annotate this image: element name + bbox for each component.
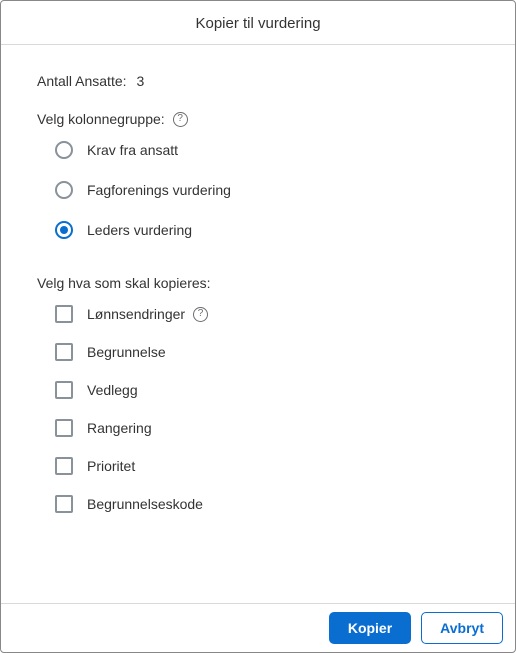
checkbox-icon: [55, 381, 73, 399]
column-group-label-text: Velg kolonnegruppe:: [37, 111, 165, 127]
radio-icon: [55, 141, 73, 159]
checkbox-label: Begrunnelseskode: [87, 496, 203, 512]
copy-button[interactable]: Kopier: [329, 612, 411, 644]
checkbox-label: Lønnsendringer: [87, 306, 185, 322]
radio-option-leders-vurdering[interactable]: Leders vurdering: [55, 221, 479, 239]
radio-option-krav-fra-ansatt[interactable]: Krav fra ansatt: [55, 141, 479, 159]
help-icon[interactable]: ?: [193, 307, 208, 322]
checkbox-icon: [55, 305, 73, 323]
cancel-button[interactable]: Avbryt: [421, 612, 503, 644]
checkbox-label: Begrunnelse: [87, 344, 166, 360]
checkbox-icon: [55, 457, 73, 475]
employees-row: Antall Ansatte: 3: [37, 73, 479, 89]
dialog-footer: Kopier Avbryt: [1, 603, 515, 652]
dialog-title: Kopier til vurdering: [1, 15, 515, 32]
checkbox-prioritet[interactable]: Prioritet: [55, 457, 479, 475]
employees-value: 3: [137, 73, 145, 89]
copy-items-label-text: Velg hva som skal kopieres:: [37, 275, 211, 291]
checkbox-label: Rangering: [87, 420, 152, 436]
copy-items-checkbox-group: Lønnsendringer ? Begrunnelse Vedlegg Ran…: [37, 305, 479, 513]
radio-dot-icon: [60, 226, 68, 234]
radio-icon: [55, 221, 73, 239]
dialog-header: Kopier til vurdering: [1, 1, 515, 45]
column-group-radio-group: Krav fra ansatt Fagforenings vurdering L…: [37, 141, 479, 239]
checkbox-icon: [55, 419, 73, 437]
employees-label: Antall Ansatte:: [37, 73, 127, 89]
checkbox-lonnsendringer[interactable]: Lønnsendringer ?: [55, 305, 479, 323]
checkbox-label-wrap: Lønnsendringer ?: [87, 306, 208, 322]
checkbox-label: Vedlegg: [87, 382, 138, 398]
checkbox-begrunnelse[interactable]: Begrunnelse: [55, 343, 479, 361]
copy-items-section-label: Velg hva som skal kopieres:: [37, 275, 479, 291]
checkbox-rangering[interactable]: Rangering: [55, 419, 479, 437]
radio-label: Leders vurdering: [87, 222, 192, 238]
radio-label: Fagforenings vurdering: [87, 182, 231, 198]
radio-option-fagforenings-vurdering[interactable]: Fagforenings vurdering: [55, 181, 479, 199]
checkbox-label: Prioritet: [87, 458, 135, 474]
copy-to-evaluation-dialog: Kopier til vurdering Antall Ansatte: 3 V…: [0, 0, 516, 653]
checkbox-begrunnelseskode[interactable]: Begrunnelseskode: [55, 495, 479, 513]
checkbox-icon: [55, 495, 73, 513]
checkbox-icon: [55, 343, 73, 361]
checkbox-vedlegg[interactable]: Vedlegg: [55, 381, 479, 399]
help-icon[interactable]: ?: [173, 112, 188, 127]
column-group-section-label: Velg kolonnegruppe: ?: [37, 111, 479, 127]
radio-label: Krav fra ansatt: [87, 142, 178, 158]
radio-icon: [55, 181, 73, 199]
dialog-body: Antall Ansatte: 3 Velg kolonnegruppe: ? …: [1, 45, 515, 603]
